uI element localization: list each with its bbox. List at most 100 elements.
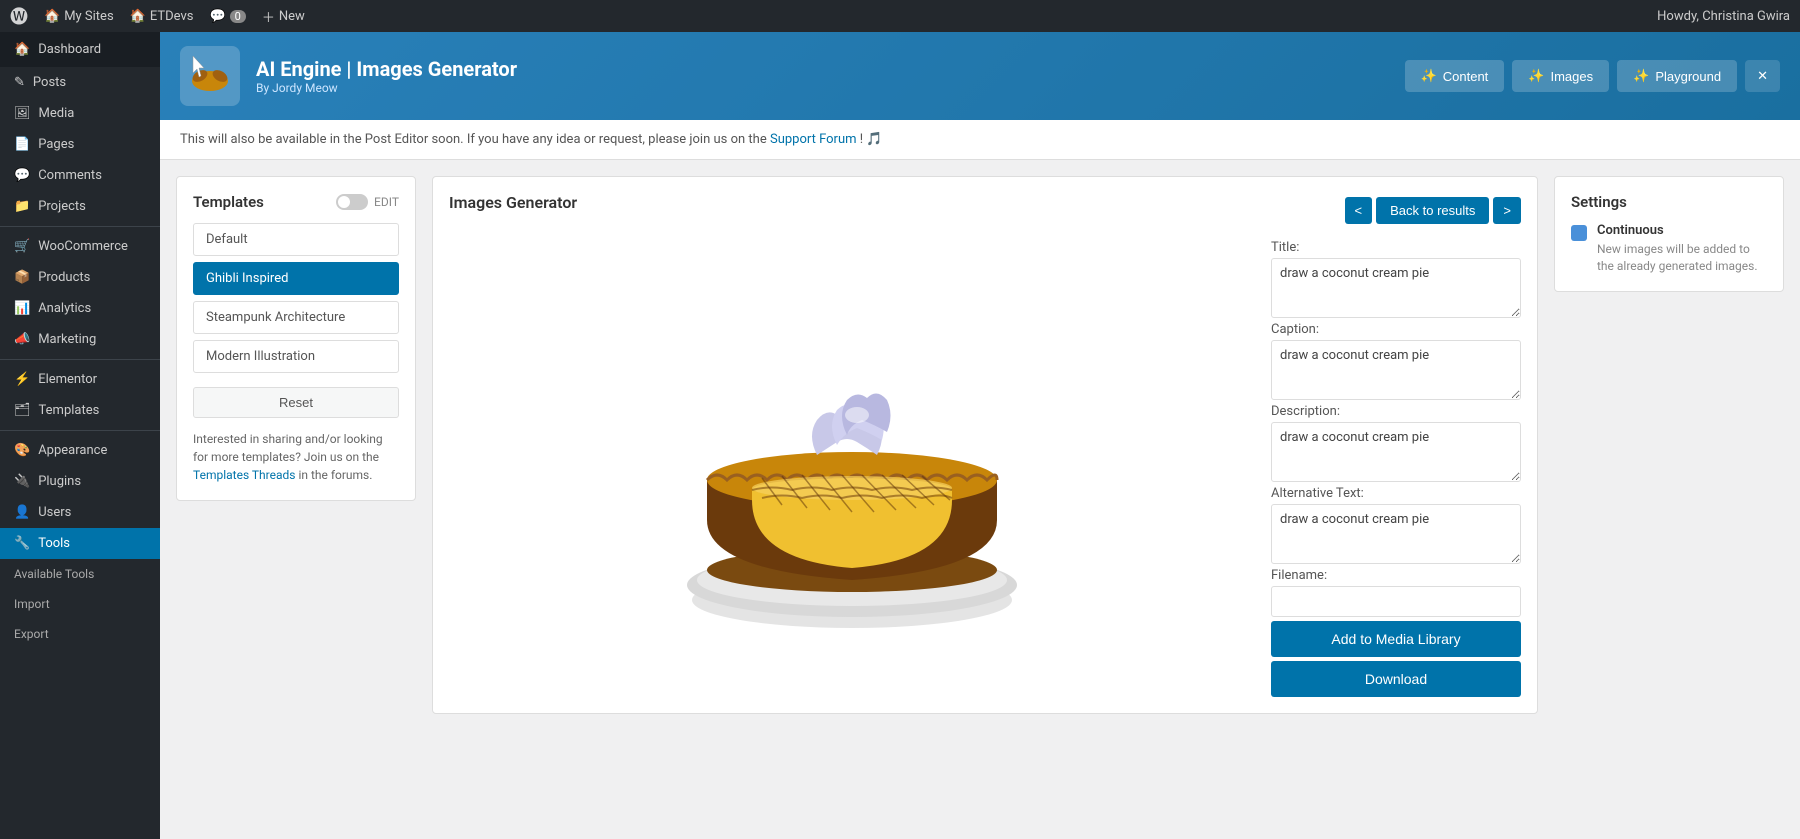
reset-button[interactable]: Reset <box>193 387 399 418</box>
prev-result-btn[interactable]: < <box>1345 197 1373 224</box>
pie-image <box>642 260 1062 640</box>
next-result-btn[interactable]: > <box>1493 197 1521 224</box>
media-icon: 🖼 <box>14 106 31 121</box>
description-input[interactable]: draw a coconut cream pie <box>1271 422 1521 482</box>
templates-panel-title: Templates <box>193 193 264 211</box>
user-greeting: Howdy, Christina Gwira <box>1657 9 1790 24</box>
settings-title: Settings <box>1571 193 1767 211</box>
content-area: Templates EDIT Default Ghibli Inspired S… <box>160 160 1800 730</box>
sidebar: 🏠 Dashboard ✎ Posts 🖼 Media 📄 Pages 💬 Co… <box>0 32 160 839</box>
comments-icon: 💬 <box>14 168 30 183</box>
continuous-option: Continuous New images will be added to t… <box>1571 223 1767 275</box>
generator-panel: Images Generator < Back to results > <box>432 176 1538 714</box>
plugin-title-block: AI Engine | Images Generator By Jordy Me… <box>256 57 1389 95</box>
image-container <box>449 240 1255 660</box>
content-star-icon: ✨ <box>1421 68 1437 84</box>
sidebar-item-analytics[interactable]: 📊 Analytics <box>0 293 160 324</box>
generator-title: Images Generator <box>449 193 577 212</box>
projects-icon: 📁 <box>14 199 30 214</box>
plugin-logo <box>180 46 240 106</box>
posts-icon: ✎ <box>14 75 25 90</box>
continuous-desc: New images will be added to the already … <box>1597 241 1767 275</box>
analytics-icon: 📊 <box>14 301 30 316</box>
template-item-modern[interactable]: Modern Illustration <box>193 340 399 373</box>
sidebar-item-users[interactable]: 👤 Users <box>0 497 160 528</box>
generator-image-area <box>449 240 1255 697</box>
info-bar: This will also be available in the Post … <box>160 120 1800 160</box>
plugin-author: By Jordy Meow <box>256 81 1389 95</box>
plugins-icon: 🔌 <box>14 474 30 489</box>
templates-footer: Interested in sharing and/or looking for… <box>193 430 399 484</box>
sidebar-item-comments[interactable]: 💬 Comments <box>0 160 160 191</box>
sidebar-item-projects[interactable]: 📁 Projects <box>0 191 160 222</box>
playground-nav-btn[interactable]: ✨ Playground <box>1617 60 1737 92</box>
tools-icon: 🔧 <box>14 536 30 551</box>
images-nav-btn[interactable]: ✨ Images <box>1512 60 1609 92</box>
close-icon: ✕ <box>1757 68 1768 84</box>
new-content-menu[interactable]: ＋ New <box>262 7 305 26</box>
my-sites-icon: 🏠 <box>44 9 60 24</box>
generator-inner: Title: draw a coconut cream pie Caption:… <box>449 240 1521 697</box>
template-item-default[interactable]: Default <box>193 223 399 256</box>
wp-logo: 🅦 <box>10 3 28 29</box>
sidebar-separator-3 <box>0 430 160 431</box>
elementor-icon: ⚡ <box>14 372 30 387</box>
plus-icon: ＋ <box>262 7 275 26</box>
images-star-icon: ✨ <box>1528 68 1544 84</box>
site-name[interactable]: 🏠 ETDevs <box>130 9 194 24</box>
edit-toggle-switch[interactable] <box>336 194 368 210</box>
download-btn[interactable]: Download <box>1271 661 1521 697</box>
continuous-label: Continuous <box>1597 223 1767 238</box>
my-sites-menu[interactable]: 🏠 My Sites <box>44 9 114 24</box>
sidebar-separator <box>0 226 160 227</box>
continuous-option-content: Continuous New images will be added to t… <box>1597 223 1767 275</box>
plugin-logo-svg <box>185 51 235 101</box>
sidebar-item-elementor[interactable]: ⚡ Elementor <box>0 364 160 395</box>
sidebar-item-templates[interactable]: 🗂 Templates <box>0 395 160 426</box>
continuous-checkbox[interactable] <box>1571 225 1587 241</box>
templates-icon: 🗂 <box>14 403 31 418</box>
edit-toggle[interactable]: EDIT <box>336 194 399 210</box>
caption-input[interactable]: draw a coconut cream pie <box>1271 340 1521 400</box>
sidebar-item-available-tools[interactable]: Available Tools <box>0 559 160 589</box>
sidebar-item-import[interactable]: Import <box>0 589 160 619</box>
comments-link[interactable]: 💬 0 <box>209 9 245 24</box>
alt-text-input[interactable]: draw a coconut cream pie <box>1271 504 1521 564</box>
filename-label: Filename: <box>1271 568 1521 583</box>
sidebar-item-products[interactable]: 📦 Products <box>0 262 160 293</box>
sidebar-item-appearance[interactable]: 🎨 Appearance <box>0 435 160 466</box>
content-nav-btn[interactable]: ✨ Content <box>1405 60 1505 92</box>
filename-input[interactable]: draw-a-coconut-cream-pie.png <box>1271 586 1521 617</box>
back-to-results-btn[interactable]: Back to results <box>1376 197 1489 224</box>
marketing-icon: 📣 <box>14 332 30 347</box>
home-icon: 🏠 <box>130 9 146 24</box>
support-forum-link[interactable]: Support Forum <box>770 132 857 147</box>
template-item-steampunk[interactable]: Steampunk Architecture <box>193 301 399 334</box>
sidebar-item-pages[interactable]: 📄 Pages <box>0 129 160 160</box>
sidebar-item-dashboard[interactable]: 🏠 Dashboard <box>0 32 160 67</box>
alt-label: Alternative Text: <box>1271 486 1521 501</box>
plugin-nav: ✨ Content ✨ Images ✨ Playground ✕ <box>1405 60 1780 92</box>
templates-threads-link[interactable]: Templates Threads <box>193 468 295 482</box>
sidebar-item-plugins[interactable]: 🔌 Plugins <box>0 466 160 497</box>
add-to-media-btn[interactable]: Add to Media Library <box>1271 621 1521 657</box>
sidebar-item-export[interactable]: Export <box>0 619 160 649</box>
sidebar-item-media[interactable]: 🖼 Media <box>0 98 160 129</box>
plugin-title: AI Engine | Images Generator <box>256 57 1389 81</box>
template-item-ghibli[interactable]: Ghibli Inspired <box>193 262 399 295</box>
caption-label: Caption: <box>1271 322 1521 337</box>
generator-form: Title: draw a coconut cream pie Caption:… <box>1271 240 1521 697</box>
sidebar-separator-2 <box>0 359 160 360</box>
sidebar-item-woocommerce[interactable]: 🛒 WooCommerce <box>0 231 160 262</box>
sidebar-item-tools[interactable]: 🔧 Tools <box>0 528 160 559</box>
close-plugin-btn[interactable]: ✕ <box>1745 60 1780 92</box>
nav-buttons: < Back to results > <box>1345 197 1521 224</box>
main-content: AI Engine | Images Generator By Jordy Me… <box>160 32 1800 839</box>
title-label: Title: <box>1271 240 1521 255</box>
products-icon: 📦 <box>14 270 30 285</box>
generator-top-bar: Images Generator < Back to results > <box>449 193 1521 228</box>
sidebar-item-marketing[interactable]: 📣 Marketing <box>0 324 160 355</box>
title-input[interactable]: draw a coconut cream pie <box>1271 258 1521 318</box>
sidebar-item-posts[interactable]: ✎ Posts <box>0 67 160 98</box>
woo-icon: 🛒 <box>14 239 30 254</box>
